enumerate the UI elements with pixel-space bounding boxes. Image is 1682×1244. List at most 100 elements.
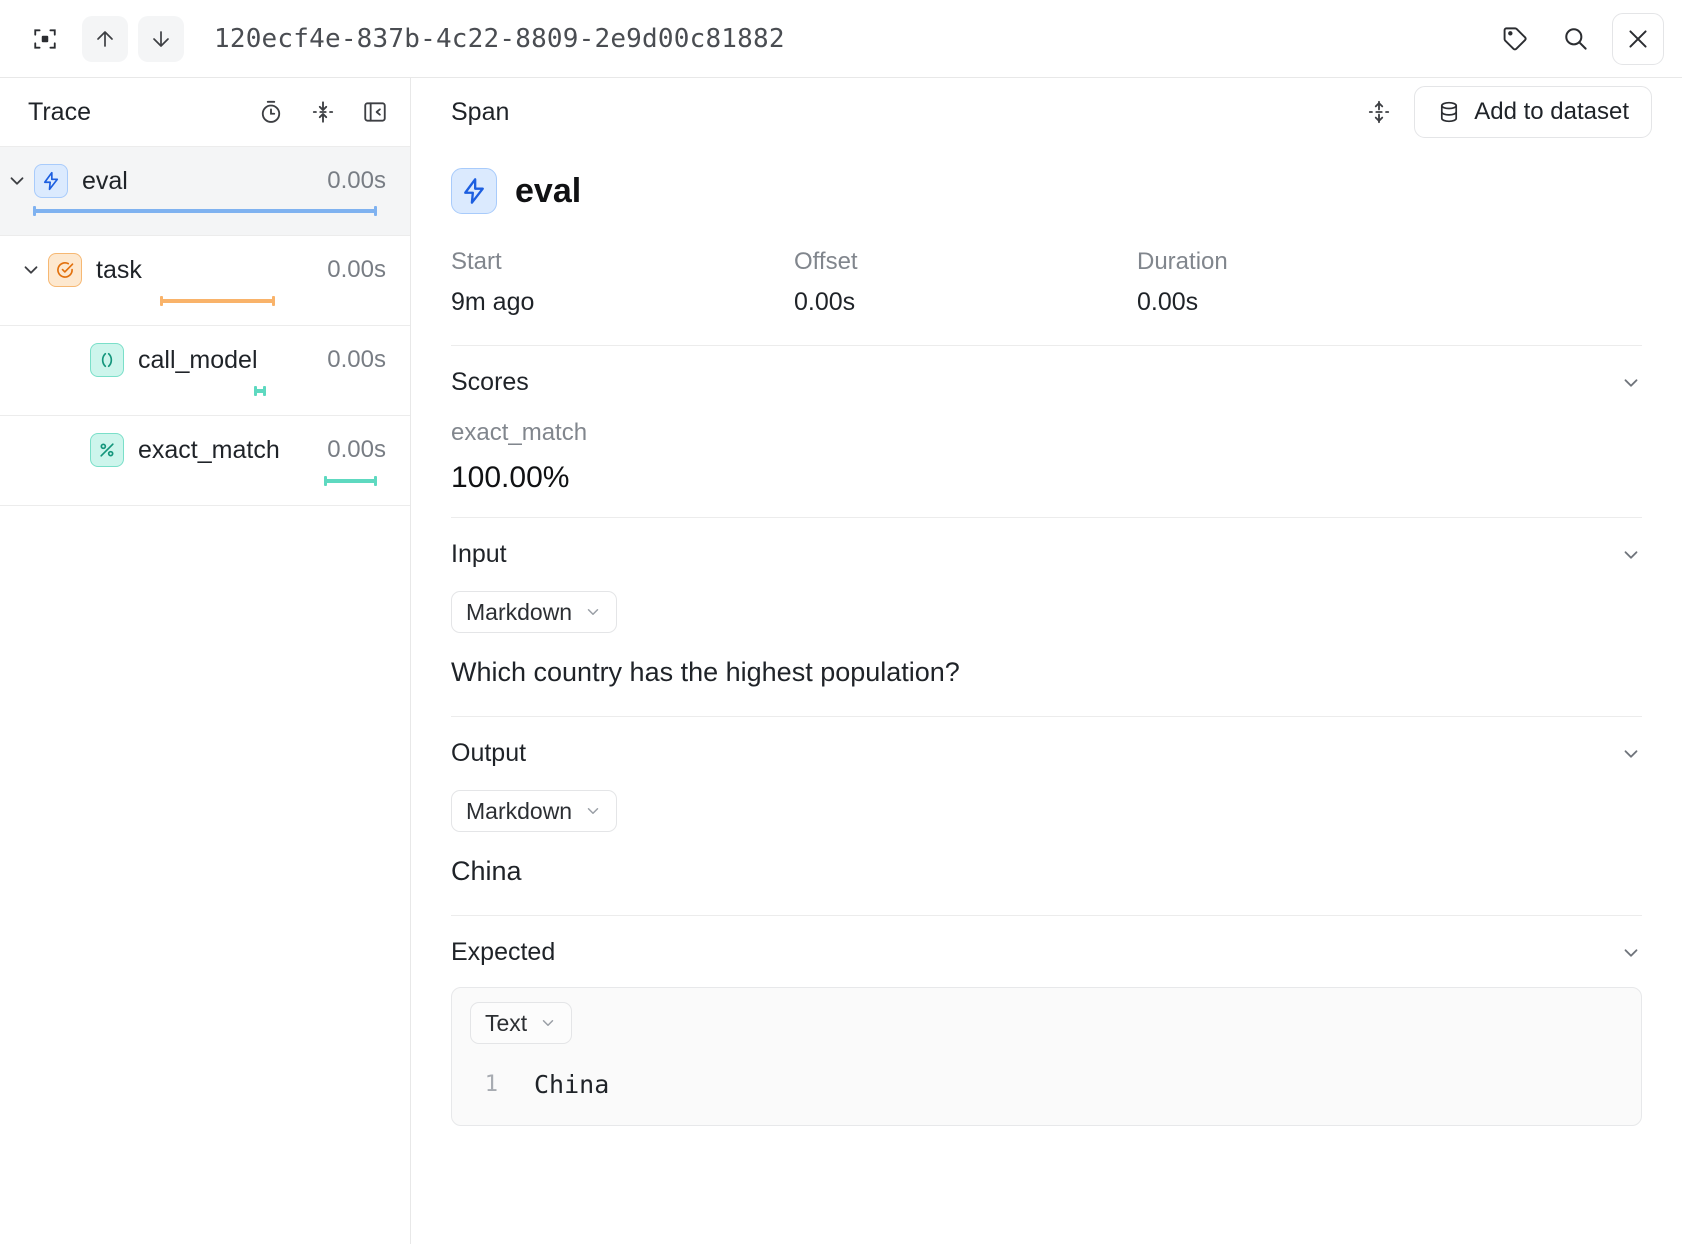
span-meta-row: Start 9m ago Offset 0.00s Duration 0.00s	[451, 230, 1642, 345]
trace-sidebar-header: Trace	[0, 78, 410, 146]
tree-node-label: call_model	[138, 346, 258, 375]
expected-section-header[interactable]: Expected	[451, 938, 1642, 967]
tree-node-duration: 0.00s	[327, 256, 386, 284]
section-title: Expected	[451, 938, 555, 967]
percent-icon	[90, 433, 124, 467]
timeline-bar	[254, 389, 266, 393]
chevron-down-icon[interactable]	[1620, 544, 1642, 566]
main-body: Trace	[0, 78, 1682, 1244]
chevron-down-icon[interactable]	[14, 259, 48, 281]
tree-node-label: task	[96, 256, 142, 285]
close-icon[interactable]	[1612, 13, 1664, 65]
code-line-text: China	[514, 1070, 609, 1099]
arrow-down-icon[interactable]	[138, 16, 184, 62]
meta-value: 0.00s	[794, 288, 1137, 317]
chevron-down-icon	[539, 1014, 557, 1032]
meta-label: Start	[451, 248, 794, 276]
expand-vertical-icon[interactable]	[1366, 99, 1392, 125]
input-format-label: Markdown	[466, 599, 572, 626]
arrow-up-icon[interactable]	[82, 16, 128, 62]
output-section: Output Markdown China	[451, 716, 1642, 887]
input-format-select[interactable]: Markdown	[451, 591, 617, 633]
code-line: 1 China	[452, 1044, 1641, 1125]
meta-value: 0.00s	[1137, 288, 1480, 317]
section-title: Output	[451, 739, 526, 768]
top-bar-actions	[1492, 13, 1664, 65]
timeline-track	[0, 207, 410, 215]
span-detail-header: Span	[411, 78, 1682, 146]
tree-node-duration: 0.00s	[327, 346, 386, 374]
trace-sidebar-tools	[258, 99, 388, 125]
output-text: China	[451, 856, 1642, 887]
score-value: 100.00%	[451, 461, 1642, 495]
tree-row[interactable]: exact_match 0.00s	[0, 416, 410, 506]
chevron-down-icon[interactable]	[1620, 372, 1642, 394]
meta-duration: Duration 0.00s	[1137, 248, 1480, 317]
trace-sidebar: Trace	[0, 78, 411, 1244]
meta-label: Offset	[794, 248, 1137, 276]
scores-section: Scores exact_match 100.00%	[451, 345, 1642, 495]
code-line-number: 1	[452, 1072, 514, 1097]
span-title-row: eval	[451, 146, 1642, 230]
tag-icon[interactable]	[1492, 16, 1538, 62]
expected-format-select[interactable]: Text	[470, 1002, 572, 1044]
output-format-select[interactable]: Markdown	[451, 790, 617, 832]
timeline-track	[0, 387, 410, 395]
timer-icon[interactable]	[258, 99, 284, 125]
expected-format-label: Text	[485, 1010, 527, 1037]
meta-label: Duration	[1137, 248, 1480, 276]
input-section: Input Markdown Which country has the hig…	[451, 517, 1642, 688]
focus-frame-icon[interactable]	[22, 16, 68, 62]
timeline-bar	[160, 299, 275, 303]
span-detail-panel: Span	[411, 78, 1682, 1244]
chevron-down-icon	[584, 603, 602, 621]
lightning-bolt-icon	[34, 164, 68, 198]
span-detail-actions: Add to dataset	[1366, 86, 1652, 138]
timeline-track	[0, 297, 410, 305]
chevron-down-icon[interactable]	[0, 170, 34, 192]
timeline-track	[0, 477, 410, 485]
trace-panel-title: Trace	[28, 98, 91, 127]
span-panel-title: Span	[451, 98, 509, 127]
meta-value: 9m ago	[451, 288, 794, 317]
input-text: Which country has the highest population…	[451, 657, 1642, 688]
chevron-down-icon[interactable]	[1620, 942, 1642, 964]
add-to-dataset-button[interactable]: Add to dataset	[1414, 86, 1652, 138]
section-title: Input	[451, 540, 507, 569]
add-to-dataset-label: Add to dataset	[1474, 98, 1629, 126]
section-title: Scores	[451, 368, 529, 397]
score-name: exact_match	[451, 419, 1642, 447]
tree-row[interactable]: eval 0.00s	[0, 146, 410, 236]
lightning-bolt-icon	[451, 168, 497, 214]
search-icon[interactable]	[1552, 16, 1598, 62]
trace-id: 120ecf4e-837b-4c22-8809-2e9d00c81882	[214, 24, 785, 54]
expected-section: Expected Text 1	[451, 915, 1642, 1126]
meta-offset: Offset 0.00s	[794, 248, 1137, 317]
timeline-bar	[33, 209, 377, 213]
input-section-header[interactable]: Input	[451, 540, 1642, 569]
output-section-header[interactable]: Output	[451, 739, 1642, 768]
top-bar: 120ecf4e-837b-4c22-8809-2e9d00c81882	[0, 0, 1682, 78]
chevron-down-icon[interactable]	[1620, 743, 1642, 765]
expected-code-card: Text 1 China	[451, 987, 1642, 1126]
trace-viewer-app: 120ecf4e-837b-4c22-8809-2e9d00c81882	[0, 0, 1682, 1244]
tree-row[interactable]: task 0.00s	[0, 236, 410, 326]
tree-node-label: exact_match	[138, 436, 280, 465]
span-detail-body: eval Start 9m ago Offset 0.00s Duration …	[411, 146, 1682, 1244]
tree-node-duration: 0.00s	[327, 167, 386, 195]
output-format-label: Markdown	[466, 798, 572, 825]
tree-row[interactable]: call_model 0.00s	[0, 326, 410, 416]
panel-collapse-icon[interactable]	[362, 99, 388, 125]
meta-start: Start 9m ago	[451, 248, 794, 317]
nav-arrows	[82, 16, 184, 62]
chevron-down-icon	[584, 802, 602, 820]
span-name: eval	[515, 172, 581, 211]
collapse-vertical-icon[interactable]	[310, 99, 336, 125]
database-icon	[1437, 100, 1461, 124]
scores-section-header[interactable]: Scores	[451, 368, 1642, 397]
target-check-icon	[48, 253, 82, 287]
parentheses-icon	[90, 343, 124, 377]
timeline-bar	[324, 479, 377, 483]
tree-node-duration: 0.00s	[327, 436, 386, 464]
span-tree: eval 0.00s	[0, 146, 410, 1244]
